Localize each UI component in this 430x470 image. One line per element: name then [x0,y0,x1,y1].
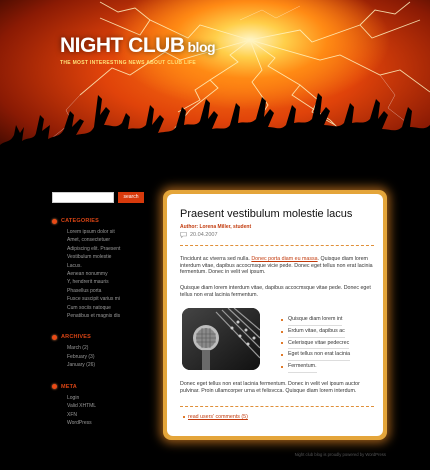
post-date: 20.04.2007 [190,232,218,238]
post-photo-microphone [182,308,260,370]
meta-link[interactable]: Login [67,394,152,402]
post-author: Author: Lorena Miller, student [180,224,252,230]
site-title[interactable]: NIGHT CLUB blog [60,34,216,58]
category-link[interactable]: Lorem ipsum dolor sit [67,228,152,236]
site-tagline: THE MOST INTERESTING NEWS ABOUT CLUB LIF… [60,60,197,66]
crowd-silhouette [0,93,430,185]
bullet-dot-icon [52,384,57,390]
categories-heading: CATEGORIES [52,218,152,224]
category-link[interactable]: Amet, consectetuer [67,236,152,244]
search-form: search [52,192,152,204]
meta-link[interactable]: Valid XHTML [67,402,152,410]
dashed-divider [180,406,374,407]
meta-list: Login Valid XHTML XFN WordPress [52,394,152,428]
post-paragraph: Donec eget tellus non erat lacinia ferme… [180,381,360,394]
post-bullet-list: Quisque diam lorem int Erdum vitae, dapi… [281,314,351,373]
search-button[interactable]: search [118,192,144,203]
category-link[interactable]: Vestibulum molestie [67,253,152,261]
archive-link[interactable]: February (3) [67,353,152,361]
category-link[interactable]: Fusce suscipit varius mi [67,295,152,303]
search-input[interactable] [52,192,114,203]
category-link[interactable]: Aenean nonummy [67,270,152,278]
category-link[interactable]: Penatibus et magnis dis [67,312,152,320]
post-paragraph: Quisque diam lorem interdum vitae, dapib… [180,285,371,298]
post-date-row: 20.04.2007 [180,232,218,238]
bullet-dot-icon [52,218,57,224]
post-inline-link[interactable]: Donec porta diam eu massa [251,256,317,262]
bullet-link[interactable]: Eget tellus non erat lacinia [281,349,351,362]
comment-bubble-icon [180,232,187,238]
site-title-suffix: blog [187,39,216,55]
archives-list: March (2) February (3) January (26) [52,344,152,369]
category-link[interactable]: Y, hendrerit mauris [67,278,152,286]
archive-link[interactable]: March (2) [67,344,152,352]
bullet-link[interactable]: Erdum vitae, dapibus ac [281,326,350,338]
archive-link[interactable]: January (26) [67,361,152,369]
read-comments-link[interactable]: read users' comments (5) [183,414,248,420]
sidebar: search CATEGORIES Lorem ipsum dolor sit … [52,192,152,427]
category-link[interactable]: Phasellus porta [67,287,152,295]
bullet-link[interactable]: Celerisque vitae pedecrec [281,338,350,350]
footer-credit: Night club blog is proudly powered by Wo… [294,452,386,457]
bullet-dot-icon [52,334,57,340]
dashed-divider [180,245,374,246]
bullet-link[interactable]: Fermentum. [281,361,350,373]
post-paragraph: Tincidunt ac viverra sed nulla. Donec po… [180,256,373,276]
categories-list: Lorem ipsum dolor sit Amet, consectetuer… [52,228,152,320]
post-content: Praesent vestibulum molestie lacus Autho… [167,194,383,436]
meta-link[interactable]: WordPress [67,419,152,427]
category-link[interactable]: Cum sociis natoque [67,304,152,312]
meta-heading: META [52,384,152,390]
archives-heading: ARCHIVES [52,334,152,340]
bullet-link[interactable]: Quisque diam lorem int [281,314,350,326]
post-card: Praesent vestibulum molestie lacus Autho… [163,190,387,440]
category-link[interactable]: Lacus. [67,262,152,270]
meta-link[interactable]: XFN [67,411,152,419]
post-title[interactable]: Praesent vestibulum molestie lacus [180,208,352,220]
category-link[interactable]: Adipiscing elit. Praesent [67,245,152,253]
header-banner: NIGHT CLUB blog THE MOST INTERESTING NEWS… [0,0,430,185]
